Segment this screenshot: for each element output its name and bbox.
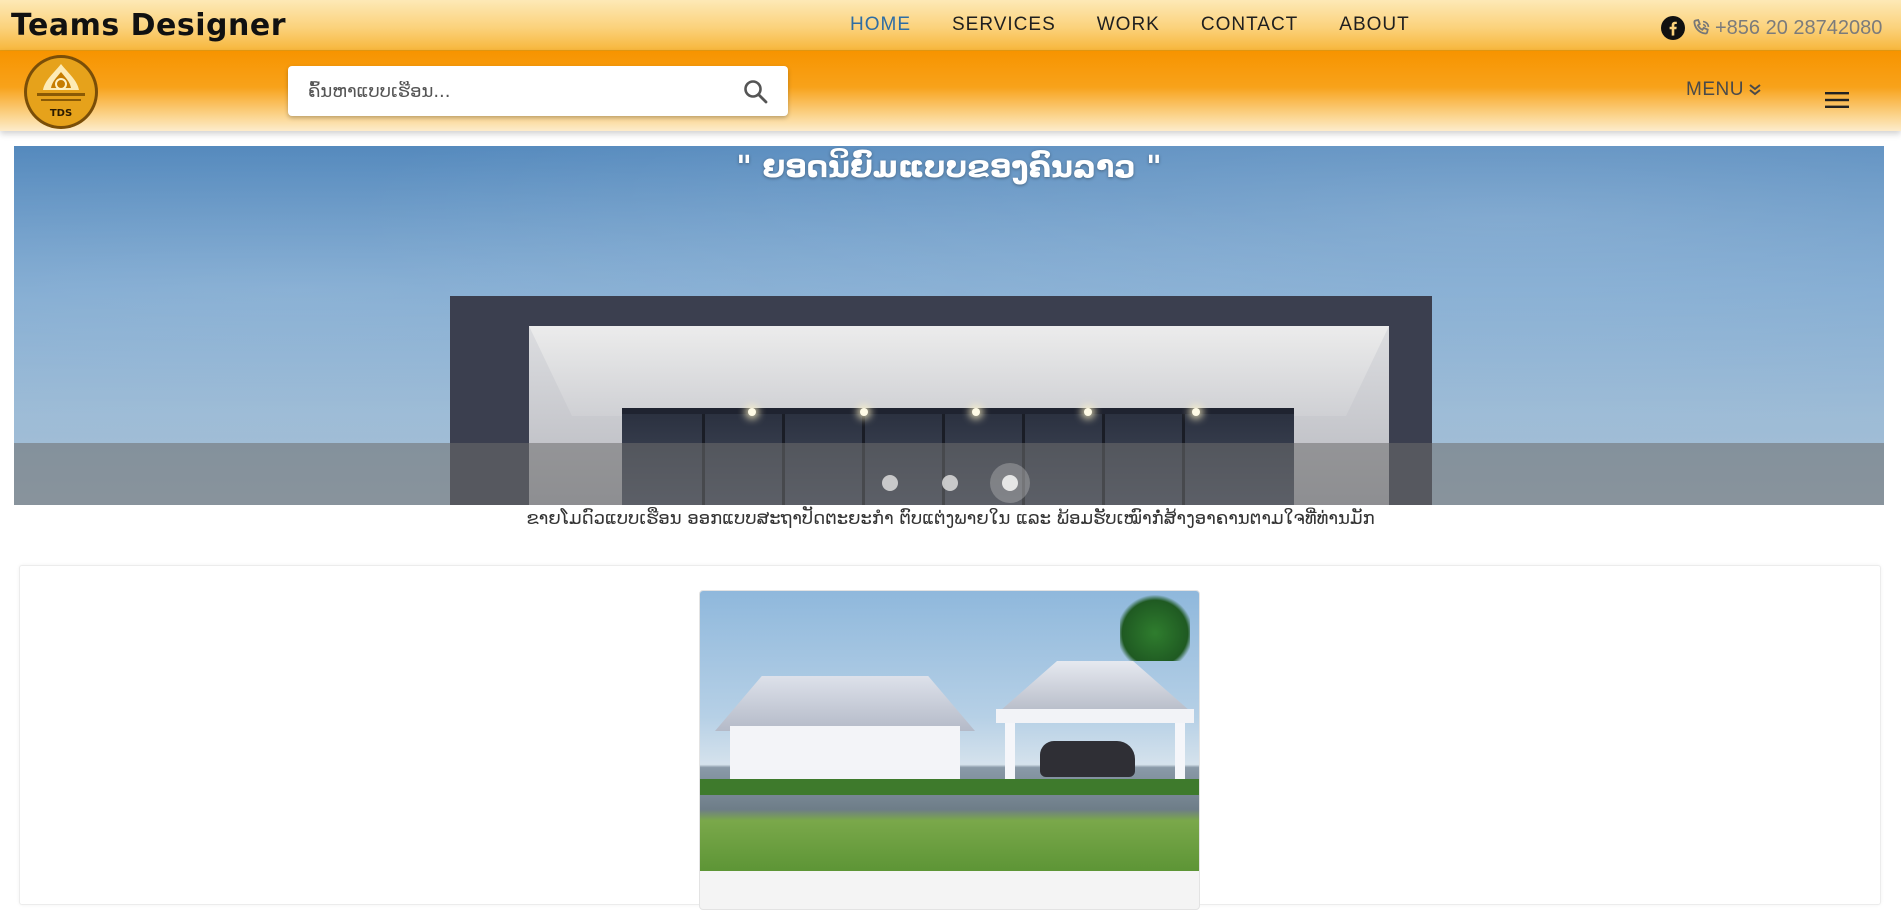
product-card[interactable] <box>699 590 1200 910</box>
hero-carousel[interactable]: " ຍອດນິຍົມແບບຂອງຄົນລາວ " <box>14 146 1884 505</box>
search-icon[interactable] <box>743 79 769 105</box>
carousel-indicators <box>14 443 1884 505</box>
car <box>1040 741 1135 777</box>
palm-tree <box>1120 591 1190 661</box>
logo-text: TDS <box>50 108 72 119</box>
brand-title[interactable]: Teams Designer <box>11 8 286 43</box>
hero-ceiling-light <box>860 408 868 416</box>
hero-ceiling-light <box>748 408 756 416</box>
carousel-dot-2[interactable] <box>942 475 958 491</box>
hedge <box>700 779 1199 795</box>
phone-number[interactable]: +856 20 28742080 <box>1715 17 1882 40</box>
top-bar: Teams Designer HOME SERVICES WORK CONTAC… <box>0 0 1901 51</box>
hero-building-soffit <box>529 326 1389 416</box>
hero-ceiling-light <box>1192 408 1200 416</box>
facebook-icon[interactable] <box>1661 16 1685 40</box>
nav-services-link[interactable]: SERVICES <box>952 14 1056 36</box>
menu-button[interactable]: MENU <box>1686 79 1762 101</box>
company-logo[interactable]: TDS <box>23 54 99 130</box>
carport-roof <box>1000 661 1190 711</box>
search-box <box>288 66 788 116</box>
nav-about-link[interactable]: ABOUT <box>1339 14 1409 36</box>
contact-info: +856 20 28742080 <box>1661 16 1901 42</box>
carousel-dot-3[interactable] <box>990 463 1030 503</box>
carport-pillar <box>1005 723 1015 785</box>
toolbar: TDS MENU <box>0 51 1901 131</box>
search-input[interactable] <box>288 66 728 116</box>
hero-caption: ຂາຍໂມດົວແບບເຮືອນ ອອກແບບສະຖາປັດຕະຍະກຳ ຕົບ… <box>526 508 1375 529</box>
phone-icon <box>1693 18 1710 35</box>
house-roof <box>715 676 975 731</box>
product-image[interactable] <box>700 591 1199 871</box>
carport-beam <box>996 709 1194 723</box>
hero-ceiling-light <box>1084 408 1092 416</box>
hero-ceiling-light <box>972 408 980 416</box>
menu-label: MENU <box>1686 79 1744 100</box>
house-body <box>730 726 960 786</box>
hero-title: " ຍອດນິຍົມແບບຂອງຄົນລາວ " <box>736 150 1162 185</box>
nav-home-link[interactable]: HOME <box>850 14 911 36</box>
carousel-dot-1[interactable] <box>882 475 898 491</box>
carport-pillar <box>1175 723 1185 785</box>
nav-contact-link[interactable]: CONTACT <box>1201 14 1298 36</box>
chevron-double-down-icon <box>1749 84 1761 96</box>
main-nav: HOME SERVICES WORK CONTACT ABOUT <box>850 14 1451 36</box>
hamburger-menu-icon[interactable] <box>1825 91 1849 109</box>
nav-work-link[interactable]: WORK <box>1097 14 1160 36</box>
